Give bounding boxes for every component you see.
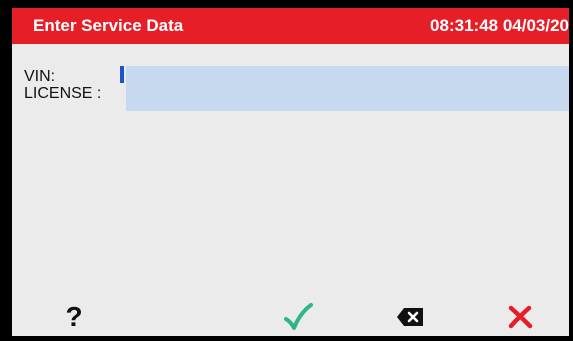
vin-input[interactable]	[126, 66, 569, 83]
cancel-button[interactable]	[496, 299, 544, 335]
service-data-screen: Enter Service Data 08:31:48 04/03/20 VIN…	[12, 8, 569, 336]
license-input[interactable]	[126, 83, 569, 111]
help-button[interactable]: ?	[50, 299, 98, 335]
backspace-icon	[397, 308, 423, 326]
license-label: LICENSE :	[24, 85, 102, 102]
confirm-button[interactable]	[274, 299, 322, 335]
question-mark-icon: ?	[65, 301, 83, 332]
vin-label: VIN:	[24, 68, 56, 85]
clock-display: 08:31:48 04/03/20	[430, 16, 569, 35]
checkmark-icon	[284, 303, 313, 330]
title-bar: Enter Service Data 08:31:48 04/03/20	[12, 8, 569, 44]
cross-icon	[508, 305, 533, 329]
backspace-button[interactable]	[386, 299, 434, 335]
page-title: Enter Service Data	[33, 16, 184, 35]
text-cursor	[120, 66, 124, 83]
